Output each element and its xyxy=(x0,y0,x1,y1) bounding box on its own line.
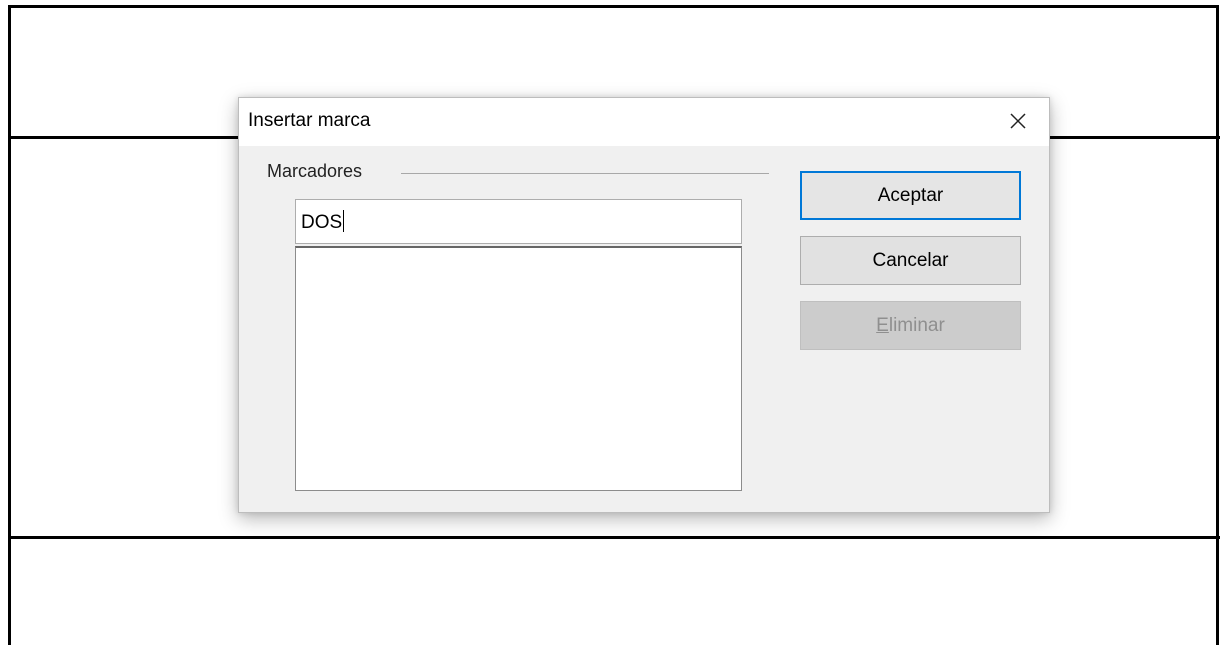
delete-mnemonic: E xyxy=(876,315,889,336)
close-icon[interactable] xyxy=(1005,108,1031,134)
bookmarks-group-label: Marcadores xyxy=(267,161,363,181)
dialog-titlebar: Insertar marca xyxy=(239,98,1049,146)
dialog-title: Insertar marca xyxy=(248,110,371,131)
bookmark-name-input[interactable]: DOS xyxy=(295,199,742,244)
text-caret xyxy=(343,210,345,232)
group-separator xyxy=(401,173,769,174)
bookmarks-list[interactable] xyxy=(295,246,742,491)
delete-button[interactable]: Eliminar xyxy=(800,301,1021,350)
cancel-button[interactable]: Cancelar xyxy=(800,236,1021,285)
insert-bookmark-dialog: Insertar marca Marcadores DOS Aceptar Ca… xyxy=(238,97,1050,513)
bookmark-name-value: DOS xyxy=(301,212,343,233)
delete-label-rest: liminar xyxy=(888,315,945,336)
accept-button[interactable]: Aceptar xyxy=(800,171,1021,220)
table-row-border xyxy=(8,536,1220,539)
